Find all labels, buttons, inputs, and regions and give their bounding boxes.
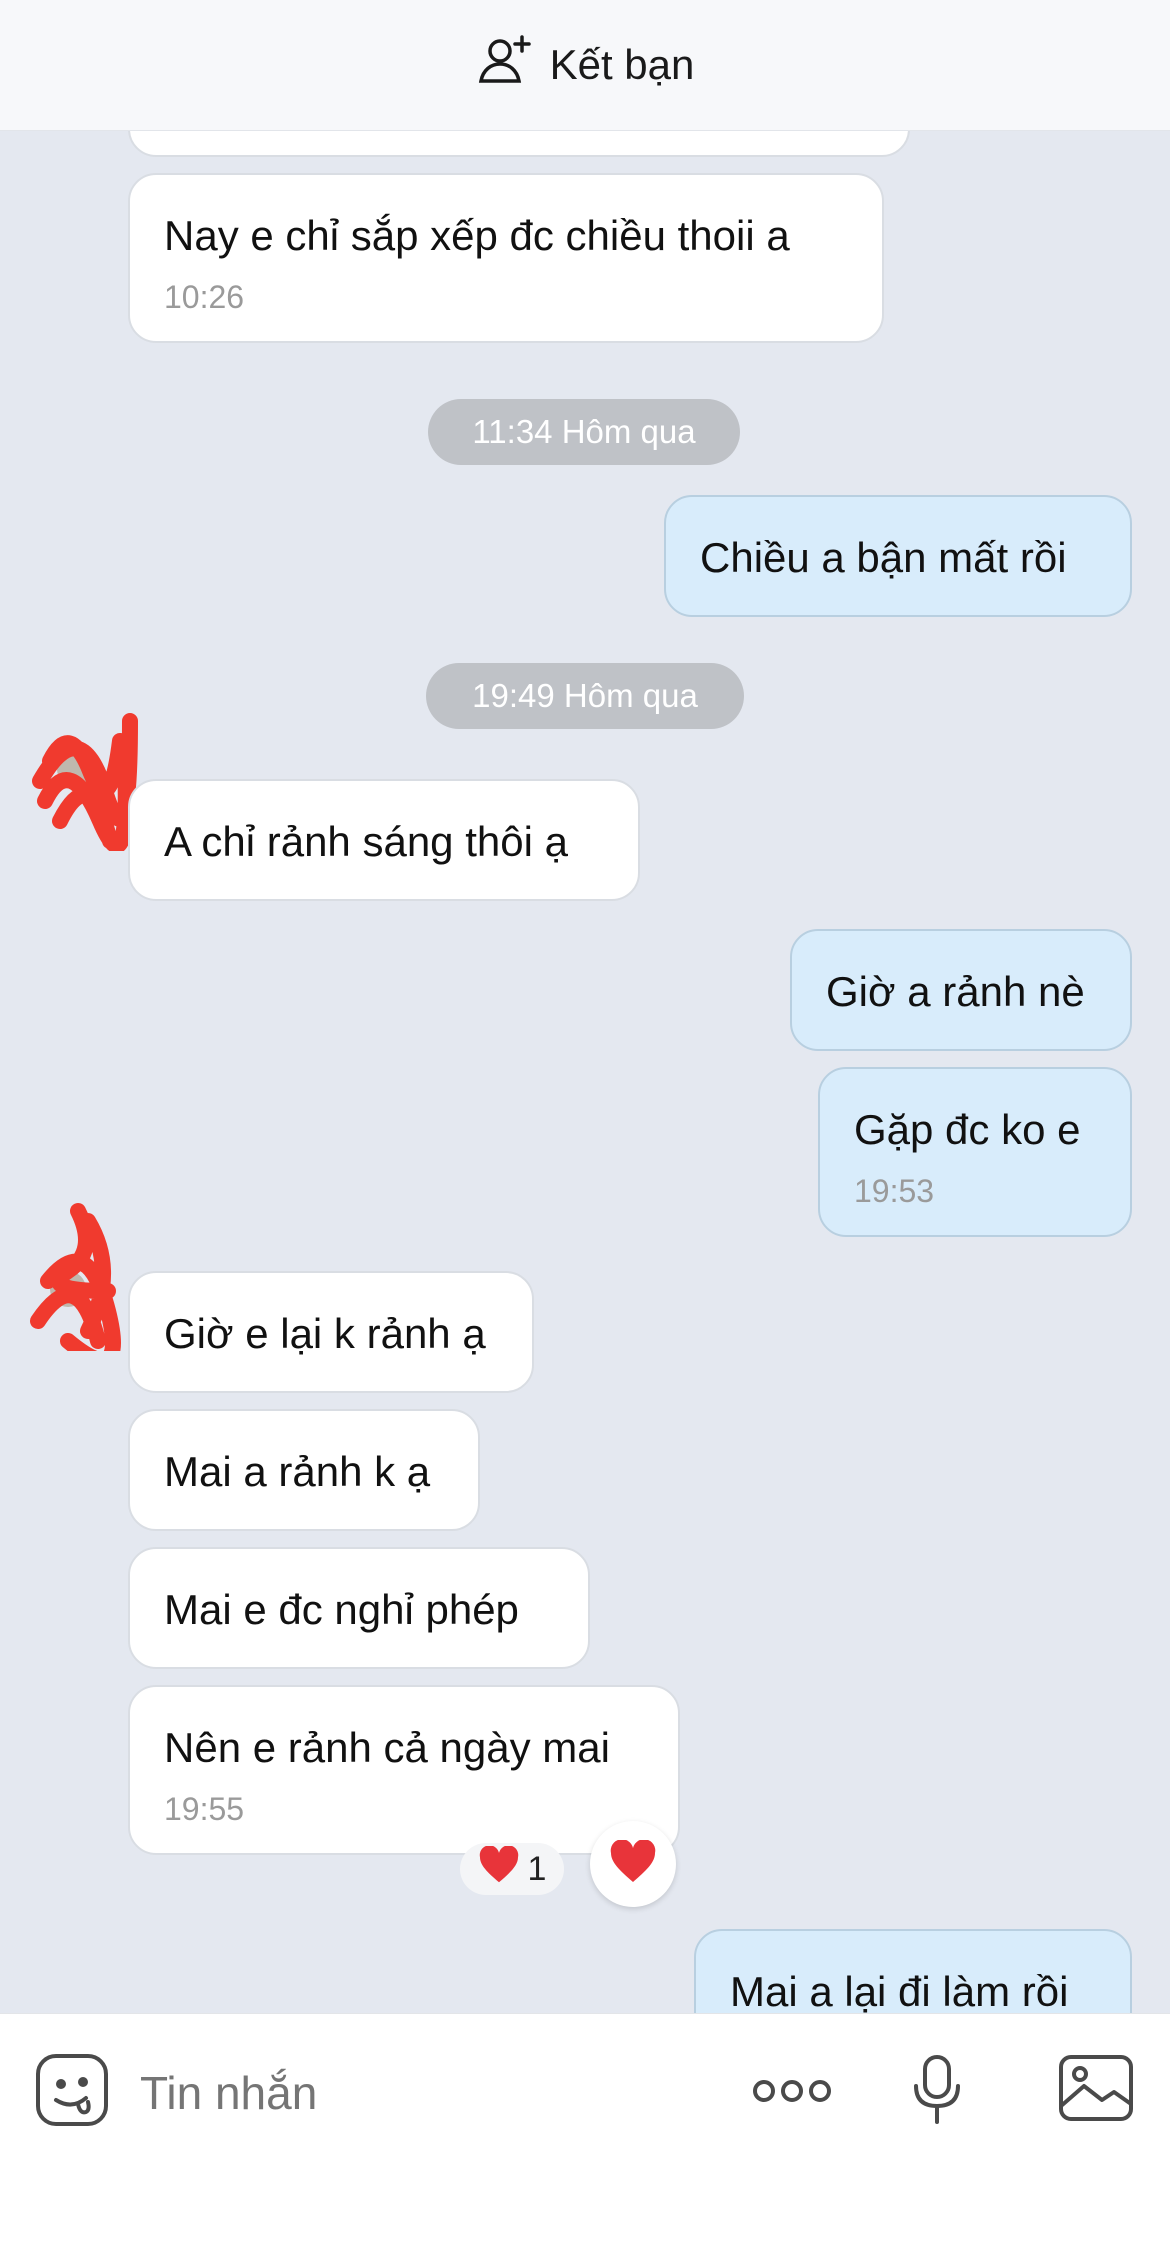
message-text: Mai e đc nghỉ phép	[164, 1586, 519, 1633]
message-text: Giờ a rảnh nè	[826, 968, 1085, 1015]
message-bubble-outgoing[interactable]: Chiều a bận mất rồi	[664, 495, 1132, 617]
message-bubble[interactable]: Mai e đc nghỉ phép	[128, 1547, 590, 1669]
message-bubble[interactable]: Nên e rảnh cả ngày mai 19:55	[128, 1685, 680, 1855]
message-bubble[interactable]: Giờ e lại k rảnh ạ	[128, 1271, 534, 1393]
avatar[interactable]	[30, 701, 140, 854]
add-friend-button[interactable]: Kết bạn	[476, 31, 695, 99]
image-icon[interactable]	[1058, 2054, 1134, 2127]
message-text: Mai a lại đi làm rồi	[730, 1968, 1069, 2013]
message-time: 19:53	[854, 1173, 935, 1209]
message-bubble-outgoing[interactable]: Mai a lại đi làm rồi	[694, 1929, 1132, 2013]
reaction-count[interactable]: 1	[460, 1843, 564, 1895]
sticker-icon[interactable]	[34, 2052, 110, 2133]
message-bubble-outgoing[interactable]: Giờ a rảnh nè	[790, 929, 1132, 1051]
message-bubble[interactable]: A chỉ rảnh sáng thôi ạ	[128, 779, 640, 901]
heart-icon	[478, 1844, 520, 1893]
message-bubble[interactable]: Mai a rảnh k ạ	[128, 1409, 480, 1531]
message-text: Nay e chỉ sắp xếp đc chiều thoii a	[164, 212, 790, 259]
message-input[interactable]	[140, 2066, 700, 2120]
message-text: Nên e rảnh cả ngày mai	[164, 1724, 610, 1771]
add-friend-icon	[476, 31, 534, 99]
message-time: 10:26	[164, 279, 245, 315]
time-divider: 11:34 Hôm qua	[428, 399, 740, 465]
message-text: Giờ e lại k rảnh ạ	[164, 1310, 486, 1357]
composer-bar	[0, 2013, 1170, 2259]
more-icon[interactable]	[752, 2076, 832, 2111]
message-text: Mai a rảnh k ạ	[164, 1448, 431, 1495]
avatar[interactable]	[28, 1191, 138, 1369]
react-button[interactable]	[590, 1821, 676, 1907]
message-bubble-outgoing[interactable]: Gặp đc ko e 19:53	[818, 1067, 1132, 1237]
time-divider: 19:49 Hôm qua	[426, 663, 744, 729]
chat-area[interactable]: Nay e chỉ sắp xếp đc chiều thoii a 10:26…	[0, 131, 1170, 2013]
message-text: Chiều a bận mất rồi	[700, 534, 1067, 581]
add-friend-label: Kết bạn	[549, 41, 695, 88]
message-bubble[interactable]: Nay e chỉ sắp xếp đc chiều thoii a 10:26	[128, 173, 884, 343]
message-bubble-partial[interactable]	[128, 131, 910, 157]
microphone-icon[interactable]	[912, 2054, 962, 2131]
top-bar: Kết bạn	[0, 0, 1170, 131]
reaction-count-value: 1	[527, 1849, 547, 1888]
message-time: 19:55	[164, 1791, 245, 1827]
message-text: A chỉ rảnh sáng thôi ạ	[164, 818, 568, 865]
heart-icon	[609, 1838, 657, 1889]
message-text: Gặp đc ko e	[854, 1106, 1081, 1153]
